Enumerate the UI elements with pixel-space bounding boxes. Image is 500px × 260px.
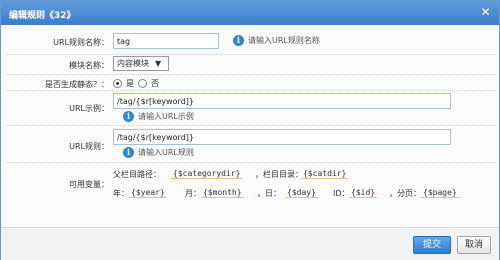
month-var: {$month} [201, 188, 244, 198]
day-var: {$day} [285, 188, 318, 198]
variables-list: 父栏目路径： {$categorydir} ，栏目目录： {$catdir} 年… [1, 1, 499, 227]
id-label: ID： [333, 189, 350, 198]
year-label: 年： [113, 189, 129, 198]
dialog-footer: 提交 取消 [1, 227, 499, 260]
parent-dir-label: 父栏目路径： [113, 170, 161, 179]
page-label: ，分页： [389, 189, 421, 198]
submit-button[interactable]: 提交 [413, 236, 451, 254]
page-var: {$page} [421, 188, 459, 198]
cat-dir-label: ，栏目目录： [255, 170, 303, 179]
year-var: {$year} [129, 188, 167, 198]
day-label: ，日： [257, 189, 281, 198]
month-label: 月： [185, 189, 201, 198]
edit-rule-dialog: 编辑规则《32》 ✕ URL规则名称： i 请输入URL规则名称 模块名称： 内… [0, 0, 500, 260]
cat-dir-var: {$catdir} [301, 169, 349, 179]
id-var: {$id} [349, 188, 378, 198]
parent-dir-var: {$categorydir} [171, 169, 243, 179]
cancel-button[interactable]: 取消 [457, 236, 491, 254]
